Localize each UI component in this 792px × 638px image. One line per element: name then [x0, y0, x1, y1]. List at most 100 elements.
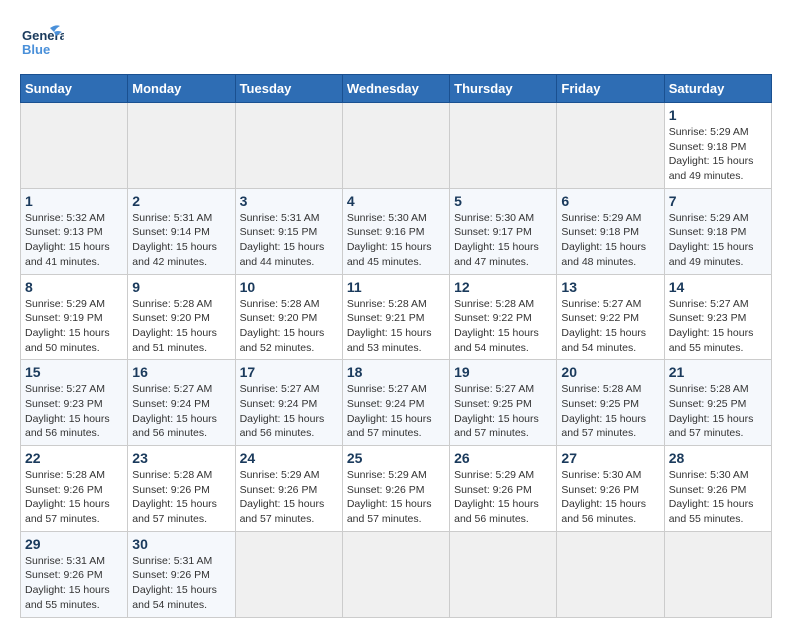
- day-number: 10: [240, 279, 338, 295]
- day-info: Sunrise: 5:27 AMSunset: 9:25 PMDaylight:…: [454, 382, 552, 441]
- day-info: Sunrise: 5:28 AMSunset: 9:26 PMDaylight:…: [132, 468, 230, 527]
- calendar-table: SundayMondayTuesdayWednesdayThursdayFrid…: [20, 74, 772, 618]
- day-info: Sunrise: 5:29 AMSunset: 9:19 PMDaylight:…: [25, 297, 123, 356]
- calendar-cell: [235, 531, 342, 617]
- day-header-sunday: Sunday: [21, 75, 128, 103]
- svg-text:General: General: [22, 28, 64, 43]
- day-number: 22: [25, 450, 123, 466]
- calendar-week-5: 22 Sunrise: 5:28 AMSunset: 9:26 PMDayligh…: [21, 446, 772, 532]
- day-number: 25: [347, 450, 445, 466]
- calendar-cell: 19 Sunrise: 5:27 AMSunset: 9:25 PMDayligh…: [450, 360, 557, 446]
- calendar-cell: 4 Sunrise: 5:30 AMSunset: 9:16 PMDaylight…: [342, 188, 449, 274]
- calendar-body: 1 Sunrise: 5:29 AMSunset: 9:18 PMDaylight…: [21, 103, 772, 618]
- calendar-cell: 7Sunrise: 5:29 AMSunset: 9:18 PMDaylight…: [664, 188, 771, 274]
- calendar-cell: 18Sunrise: 5:27 AMSunset: 9:24 PMDayligh…: [342, 360, 449, 446]
- day-number: 27: [561, 450, 659, 466]
- day-info: Sunrise: 5:27 AMSunset: 9:24 PMDaylight:…: [240, 382, 338, 441]
- calendar-cell: 14Sunrise: 5:27 AMSunset: 9:23 PMDayligh…: [664, 274, 771, 360]
- day-number: 26: [454, 450, 552, 466]
- day-info: Sunrise: 5:29 AMSunset: 9:18 PMDaylight:…: [669, 211, 767, 270]
- svg-text:Blue: Blue: [22, 42, 50, 57]
- calendar-cell: 21 Sunrise: 5:28 AMSunset: 9:25 PMDayligh…: [664, 360, 771, 446]
- calendar-cell: 27 Sunrise: 5:30 AMSunset: 9:26 PMDayligh…: [557, 446, 664, 532]
- day-info: Sunrise: 5:30 AMSunset: 9:16 PMDaylight:…: [347, 211, 445, 270]
- calendar-cell: 6 Sunrise: 5:29 AMSunset: 9:18 PMDaylight…: [557, 188, 664, 274]
- header: General Blue: [20, 20, 772, 64]
- day-info: Sunrise: 5:31 AMSunset: 9:26 PMDaylight:…: [25, 554, 123, 613]
- logo-icon: General Blue: [20, 20, 64, 64]
- day-info: Sunrise: 5:28 AMSunset: 9:25 PMDaylight:…: [561, 382, 659, 441]
- day-number: 15: [25, 364, 123, 380]
- day-header-wednesday: Wednesday: [342, 75, 449, 103]
- calendar-cell: 10 Sunrise: 5:28 AMSunset: 9:20 PMDayligh…: [235, 274, 342, 360]
- day-number: 5: [454, 193, 552, 209]
- day-number: 2: [132, 193, 230, 209]
- day-info: Sunrise: 5:28 AMSunset: 9:26 PMDaylight:…: [25, 468, 123, 527]
- calendar-cell: [342, 103, 449, 189]
- calendar-week-3: 8Sunrise: 5:29 AMSunset: 9:19 PMDaylight…: [21, 274, 772, 360]
- calendar-cell: 3Sunrise: 5:31 AMSunset: 9:15 PMDaylight…: [235, 188, 342, 274]
- day-number: 12: [454, 279, 552, 295]
- calendar-cell: 16Sunrise: 5:27 AMSunset: 9:24 PMDayligh…: [128, 360, 235, 446]
- day-number: 17: [240, 364, 338, 380]
- day-number: 23: [132, 450, 230, 466]
- calendar-cell: 13 Sunrise: 5:27 AMSunset: 9:22 PMDayligh…: [557, 274, 664, 360]
- calendar-week-6: 29Sunrise: 5:31 AMSunset: 9:26 PMDayligh…: [21, 531, 772, 617]
- calendar-cell: [557, 531, 664, 617]
- logo: General Blue: [20, 20, 68, 64]
- day-number: 24: [240, 450, 338, 466]
- day-number: 3: [240, 193, 338, 209]
- calendar-cell: 20 Sunrise: 5:28 AMSunset: 9:25 PMDayligh…: [557, 360, 664, 446]
- day-number: 14: [669, 279, 767, 295]
- day-number: 13: [561, 279, 659, 295]
- calendar-cell: 12Sunrise: 5:28 AMSunset: 9:22 PMDayligh…: [450, 274, 557, 360]
- calendar-cell: [235, 103, 342, 189]
- calendar-cell: 29Sunrise: 5:31 AMSunset: 9:26 PMDayligh…: [21, 531, 128, 617]
- day-info: Sunrise: 5:30 AMSunset: 9:26 PMDaylight:…: [561, 468, 659, 527]
- day-info: Sunrise: 5:28 AMSunset: 9:20 PMDaylight:…: [240, 297, 338, 356]
- calendar-header: SundayMondayTuesdayWednesdayThursdayFrid…: [21, 75, 772, 103]
- day-info: Sunrise: 5:29 AMSunset: 9:18 PMDaylight:…: [669, 125, 767, 184]
- calendar-cell: 26Sunrise: 5:29 AMSunset: 9:26 PMDayligh…: [450, 446, 557, 532]
- day-info: Sunrise: 5:28 AMSunset: 9:20 PMDaylight:…: [132, 297, 230, 356]
- calendar-cell: [450, 531, 557, 617]
- day-info: Sunrise: 5:28 AMSunset: 9:25 PMDaylight:…: [669, 382, 767, 441]
- calendar-cell: 1 Sunrise: 5:32 AMSunset: 9:13 PMDaylight…: [21, 188, 128, 274]
- day-info: Sunrise: 5:29 AMSunset: 9:18 PMDaylight:…: [561, 211, 659, 270]
- calendar-cell: 28 Sunrise: 5:30 AMSunset: 9:26 PMDayligh…: [664, 446, 771, 532]
- day-header-friday: Friday: [557, 75, 664, 103]
- day-header-thursday: Thursday: [450, 75, 557, 103]
- calendar-cell: 15 Sunrise: 5:27 AMSunset: 9:23 PMDayligh…: [21, 360, 128, 446]
- day-number: 6: [561, 193, 659, 209]
- calendar-cell: 1 Sunrise: 5:29 AMSunset: 9:18 PMDaylight…: [664, 103, 771, 189]
- day-number: 21: [669, 364, 767, 380]
- day-number: 20: [561, 364, 659, 380]
- day-number: 9: [132, 279, 230, 295]
- calendar-cell: 24 Sunrise: 5:29 AMSunset: 9:26 PMDayligh…: [235, 446, 342, 532]
- calendar-cell: [128, 103, 235, 189]
- day-info: Sunrise: 5:31 AMSunset: 9:26 PMDaylight:…: [132, 554, 230, 613]
- day-number: 28: [669, 450, 767, 466]
- day-number: 1: [669, 107, 767, 123]
- day-info: Sunrise: 5:29 AMSunset: 9:26 PMDaylight:…: [240, 468, 338, 527]
- day-number: 19: [454, 364, 552, 380]
- day-info: Sunrise: 5:27 AMSunset: 9:22 PMDaylight:…: [561, 297, 659, 356]
- calendar-week-1: 1 Sunrise: 5:29 AMSunset: 9:18 PMDaylight…: [21, 103, 772, 189]
- day-info: Sunrise: 5:30 AMSunset: 9:17 PMDaylight:…: [454, 211, 552, 270]
- day-info: Sunrise: 5:32 AMSunset: 9:13 PMDaylight:…: [25, 211, 123, 270]
- calendar-cell: 30Sunrise: 5:31 AMSunset: 9:26 PMDayligh…: [128, 531, 235, 617]
- calendar-cell: 17 Sunrise: 5:27 AMSunset: 9:24 PMDayligh…: [235, 360, 342, 446]
- calendar-cell: [557, 103, 664, 189]
- day-number: 1: [25, 193, 123, 209]
- calendar-cell: 22 Sunrise: 5:28 AMSunset: 9:26 PMDayligh…: [21, 446, 128, 532]
- day-info: Sunrise: 5:27 AMSunset: 9:23 PMDaylight:…: [25, 382, 123, 441]
- day-header-monday: Monday: [128, 75, 235, 103]
- day-header-tuesday: Tuesday: [235, 75, 342, 103]
- day-number: 4: [347, 193, 445, 209]
- calendar-cell: 9 Sunrise: 5:28 AMSunset: 9:20 PMDaylight…: [128, 274, 235, 360]
- day-info: Sunrise: 5:30 AMSunset: 9:26 PMDaylight:…: [669, 468, 767, 527]
- calendar-cell: [342, 531, 449, 617]
- calendar-cell: [450, 103, 557, 189]
- day-info: Sunrise: 5:29 AMSunset: 9:26 PMDaylight:…: [347, 468, 445, 527]
- calendar-cell: 8Sunrise: 5:29 AMSunset: 9:19 PMDaylight…: [21, 274, 128, 360]
